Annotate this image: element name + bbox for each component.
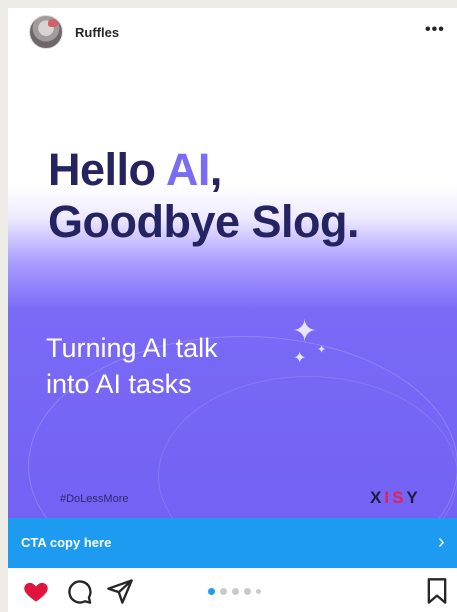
- carousel-dot[interactable]: [220, 588, 227, 595]
- instagram-post: Ruffles ••• Hello AI, Goodbye Slog. Turn…: [8, 8, 457, 612]
- headline: Hello AI, Goodbye Slog.: [48, 144, 360, 248]
- brand-letter-y: Y: [406, 488, 421, 507]
- heart-icon[interactable]: [22, 577, 50, 605]
- carousel-dot[interactable]: [208, 588, 215, 595]
- hashtag: #DoLessMore: [60, 493, 129, 505]
- brand-logo: XISY: [370, 488, 421, 508]
- carousel-dot[interactable]: [232, 588, 239, 595]
- paper-plane-icon[interactable]: [106, 577, 134, 605]
- tagline-line-2: into AI tasks: [46, 369, 192, 399]
- bookmark-icon[interactable]: [423, 577, 451, 605]
- brand-letter-x: X: [370, 488, 385, 507]
- sparkle-small-icon: ✦: [293, 350, 307, 367]
- headline-comma: ,: [209, 144, 223, 195]
- cta-button[interactable]: CTA copy here ›: [8, 518, 457, 568]
- action-bar: [8, 568, 457, 612]
- tagline-line-1: Turning AI talk: [46, 333, 218, 363]
- headline-accent: AI: [165, 144, 211, 195]
- headline-line-2: Goodbye Slog.: [48, 196, 360, 247]
- carousel-dot[interactable]: [256, 589, 261, 594]
- comment-icon[interactable]: [65, 577, 93, 605]
- sparkle-icon: ✦: [292, 315, 318, 348]
- more-options-icon[interactable]: •••: [425, 21, 445, 39]
- cta-label: CTA copy here: [21, 535, 112, 550]
- sparkle-tiny-icon: ✦: [317, 344, 327, 356]
- tagline: Turning AI talk into AI tasks: [46, 330, 218, 402]
- carousel-dot[interactable]: [244, 588, 251, 595]
- headline-line-1: Hello AI,: [48, 144, 359, 196]
- post-header: Ruffles •••: [8, 8, 457, 56]
- avatar[interactable]: [29, 15, 63, 49]
- avatar-hat: [48, 19, 58, 27]
- headline-text: Hello: [48, 144, 166, 195]
- brand-letters-is: IS: [384, 488, 407, 507]
- username[interactable]: Ruffles: [75, 25, 119, 40]
- chevron-right-icon: ›: [438, 531, 445, 553]
- ad-creative[interactable]: Hello AI, Goodbye Slog. Turning AI talk …: [8, 56, 457, 518]
